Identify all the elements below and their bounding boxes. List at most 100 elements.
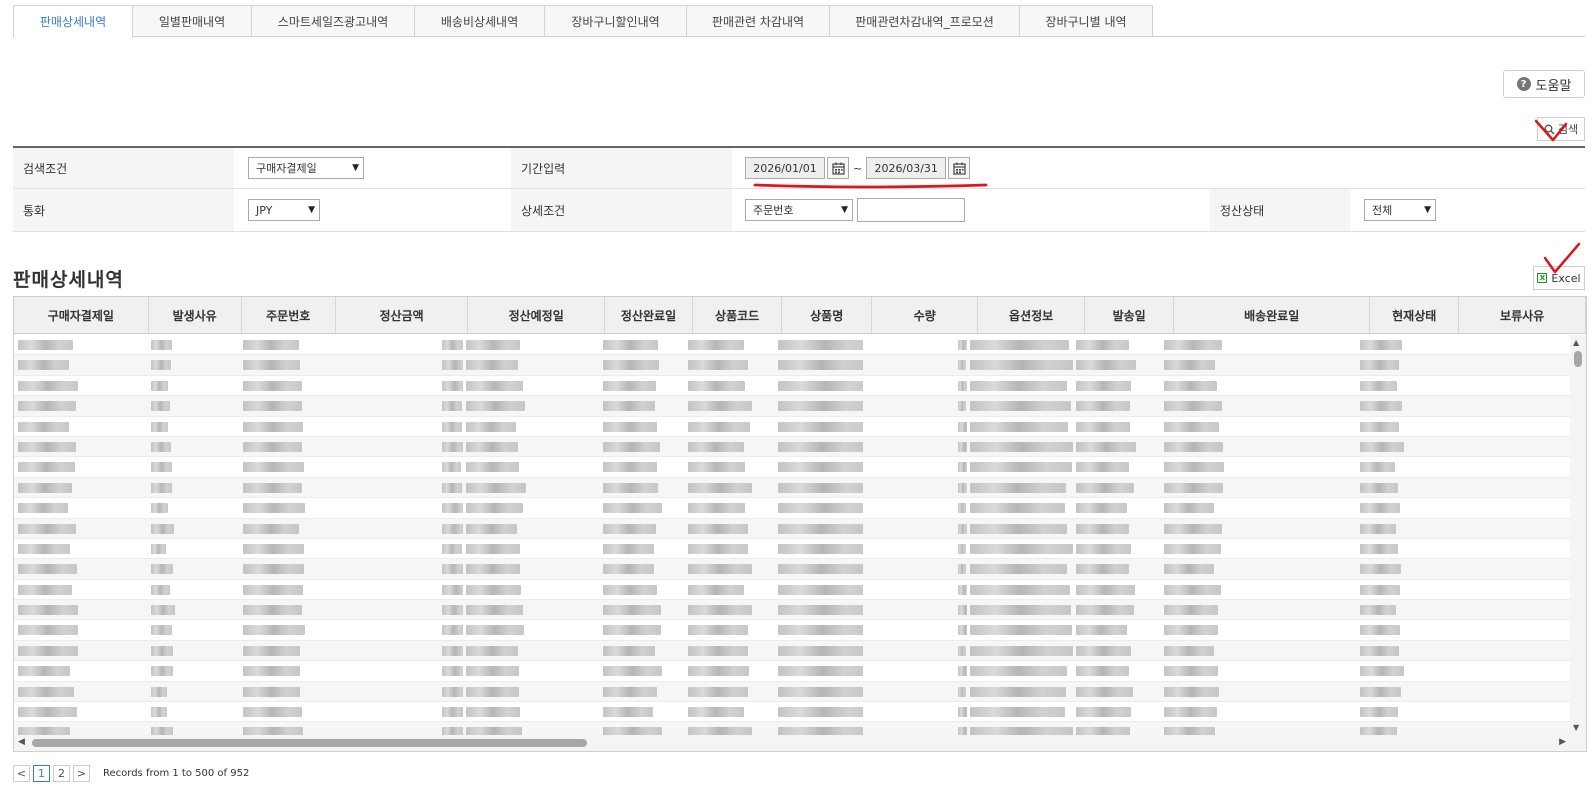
column-header-12[interactable]: 현재상태 — [1370, 297, 1460, 333]
date-to-input[interactable]: 2026/03/31 — [866, 157, 947, 179]
table-row[interactable] — [14, 620, 1570, 641]
table-cell — [464, 539, 599, 558]
table-row[interactable] — [14, 396, 1570, 417]
table-row[interactable] — [14, 457, 1570, 478]
settlement-status-select[interactable]: 전체 ▼ — [1364, 199, 1436, 221]
excel-download-button[interactable]: X Excel — [1533, 266, 1585, 290]
column-header-4[interactable]: 정산예정일 — [468, 297, 605, 333]
table-cell — [1445, 437, 1570, 456]
table-row[interactable] — [14, 355, 1570, 376]
table-cell — [14, 600, 147, 619]
scroll-right-icon[interactable]: ▶ — [1559, 737, 1566, 747]
table-row[interactable] — [14, 681, 1570, 703]
horizontal-scrollbar[interactable]: ◀ ▶ — [14, 735, 1586, 751]
redacted-value — [957, 340, 968, 350]
tab-2[interactable]: 스마트세일즈광고내역 — [252, 5, 415, 37]
table-row[interactable] — [14, 722, 1570, 735]
column-header-10[interactable]: 발송일 — [1085, 297, 1175, 333]
redacted-value — [970, 564, 1068, 575]
table-cell — [147, 641, 239, 660]
column-header-7[interactable]: 상품명 — [782, 297, 873, 333]
table-cell — [1074, 417, 1162, 436]
scroll-up-icon[interactable]: ▲ — [1573, 338, 1579, 347]
table-row[interactable] — [14, 477, 1570, 499]
table-cell — [1445, 580, 1570, 599]
table-row[interactable] — [14, 640, 1570, 662]
currency-select[interactable]: JPY ▼ — [248, 199, 320, 221]
table-row[interactable] — [14, 600, 1570, 621]
redacted-value — [1360, 441, 1405, 452]
column-header-3[interactable]: 정산금액 — [336, 297, 469, 333]
redacted-value — [243, 523, 300, 534]
redacted-value — [442, 462, 462, 473]
table-row[interactable] — [14, 559, 1570, 580]
column-header-0[interactable]: 구매자결제일 — [14, 297, 149, 333]
scroll-left-icon[interactable]: ◀ — [18, 737, 25, 747]
vertical-scroll-thumb[interactable] — [1574, 351, 1582, 367]
redacted-value — [465, 686, 519, 697]
vertical-scrollbar[interactable]: ▲ ▼ — [1570, 335, 1586, 735]
table-cell — [774, 580, 863, 599]
table-cell — [1162, 600, 1356, 619]
scroll-down-icon[interactable]: ▼ — [1573, 723, 1579, 732]
redacted-value — [151, 605, 176, 616]
redacted-value — [243, 686, 301, 697]
tab-4[interactable]: 장바구니할인내역 — [545, 5, 687, 37]
table-cell — [774, 682, 863, 701]
prev-page-button[interactable]: < — [13, 765, 30, 782]
table-cell — [1356, 620, 1444, 639]
tab-3[interactable]: 배송비상세내역 — [415, 5, 545, 37]
date-to-calendar-button[interactable] — [948, 157, 971, 179]
column-header-2[interactable]: 주문번호 — [242, 297, 336, 333]
date-from-calendar-button[interactable] — [827, 157, 849, 179]
table-row[interactable] — [14, 376, 1570, 397]
table-row[interactable] — [14, 661, 1570, 682]
search-condition-select[interactable]: 구매자결제일 ▼ — [248, 157, 364, 179]
page-1-button[interactable]: 1 — [33, 765, 50, 782]
redacted-value — [442, 482, 463, 493]
help-button[interactable]: ? 도움말 — [1503, 70, 1585, 98]
column-header-11[interactable]: 배송완료일 — [1174, 297, 1371, 333]
redacted-value — [18, 340, 73, 350]
table-row[interactable] — [14, 436, 1570, 458]
table-row[interactable] — [14, 580, 1570, 601]
table-row[interactable] — [14, 539, 1570, 560]
tab-0[interactable]: 판매상세내역 — [13, 5, 133, 38]
table-row[interactable] — [14, 498, 1570, 519]
column-header-8[interactable]: 수량 — [872, 297, 979, 333]
next-page-button[interactable]: > — [73, 765, 90, 782]
redacted-value — [688, 482, 753, 493]
date-from-input[interactable]: 2026/01/01 — [745, 157, 825, 179]
detail-condition-select[interactable]: 주문번호 ▼ — [745, 199, 853, 221]
table-cell — [1445, 600, 1570, 619]
table-cell — [1356, 702, 1444, 721]
redacted-value — [465, 482, 526, 493]
table-row[interactable] — [14, 417, 1570, 437]
tab-5[interactable]: 판매관련 차감내역 — [687, 5, 830, 37]
search-button[interactable]: 검색 — [1537, 117, 1585, 141]
table-cell — [1162, 376, 1356, 395]
redacted-value — [957, 564, 966, 575]
column-header-1[interactable]: 발생사유 — [149, 297, 242, 333]
redacted-value — [1076, 625, 1128, 636]
tab-1[interactable]: 일별판매내역 — [133, 5, 252, 37]
tab-7[interactable]: 장바구니별 내역 — [1020, 5, 1153, 37]
column-header-13[interactable]: 보류사유 — [1459, 297, 1586, 333]
calendar-icon — [953, 162, 966, 175]
table-row[interactable] — [14, 702, 1570, 723]
table-row[interactable] — [14, 335, 1570, 356]
table-cell — [14, 580, 147, 599]
page-2-button[interactable]: 2 — [53, 765, 70, 782]
column-header-5[interactable]: 정산완료일 — [605, 297, 694, 333]
redacted-value — [970, 380, 1068, 391]
table-row[interactable] — [14, 518, 1570, 539]
redacted-value — [1360, 686, 1402, 697]
column-header-6[interactable]: 상품코드 — [693, 297, 783, 333]
detail-condition-input[interactable] — [857, 198, 965, 222]
column-header-9[interactable]: 옵션정보 — [978, 297, 1086, 333]
redacted-value — [243, 625, 306, 636]
redacted-value — [602, 707, 653, 718]
tab-6[interactable]: 판매관련차감내역_프로모션 — [830, 5, 1020, 37]
horizontal-scroll-thumb[interactable] — [32, 739, 587, 747]
redacted-value — [957, 462, 968, 473]
